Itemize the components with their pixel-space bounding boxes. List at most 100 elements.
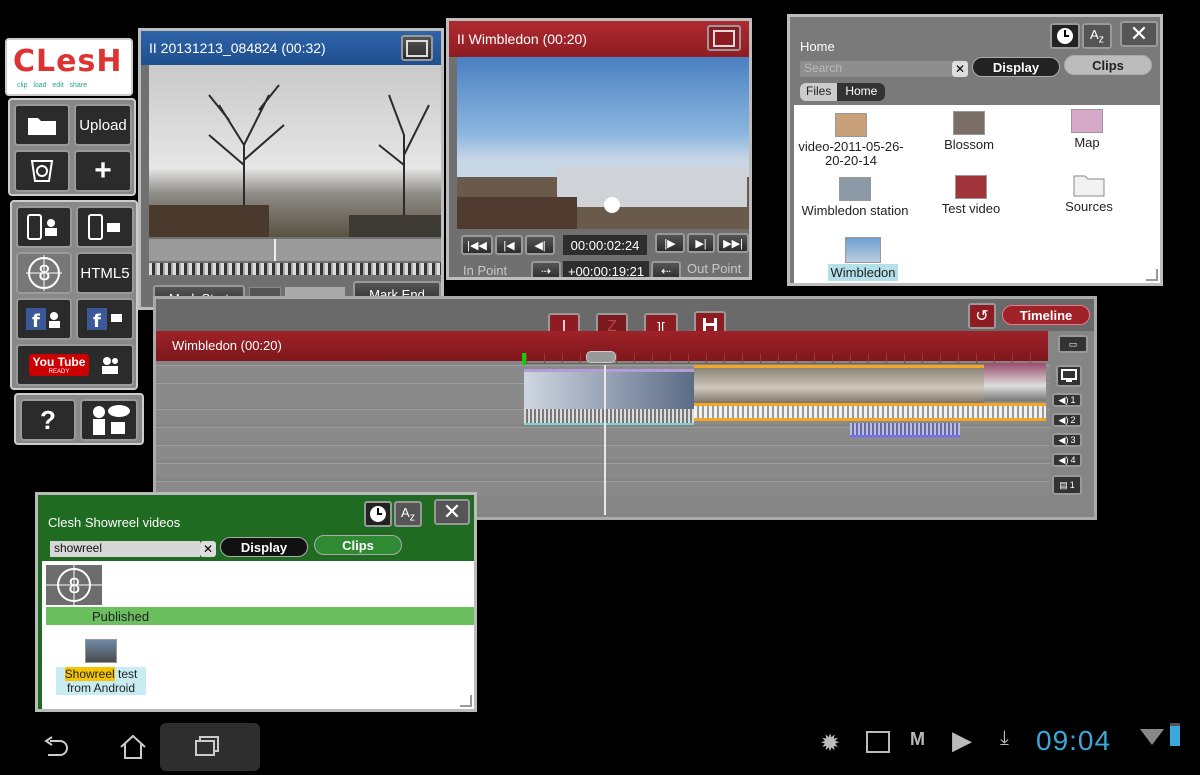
play-notification-icon[interactable]: ▶ — [952, 725, 972, 756]
showreel-video-item[interactable]: Showreel test from Android — [56, 639, 146, 695]
step-forward-button[interactable]: ▶| — [687, 233, 715, 253]
html5-button[interactable]: HTML5 — [76, 252, 134, 294]
countdown-button[interactable]: 8 — [16, 252, 72, 294]
file-thumbnail — [1071, 109, 1103, 133]
go-to-end-button[interactable]: ▶▶| — [717, 233, 749, 253]
record-video-button[interactable] — [16, 206, 72, 248]
step-back-button[interactable]: |◀ — [495, 235, 523, 255]
source-fullscreen-button[interactable] — [401, 35, 433, 61]
file-label: Test video — [941, 201, 1001, 216]
browser-close-button[interactable]: ✕ — [1120, 21, 1158, 47]
ruler-toggle-button[interactable]: ▭ — [1058, 335, 1088, 353]
folder-item[interactable]: Sources — [1034, 173, 1144, 214]
browser-search-clear-button[interactable]: ✕ — [952, 61, 968, 77]
back-button[interactable] — [40, 735, 84, 765]
go-to-start-button[interactable]: |◀◀ — [461, 235, 493, 255]
timeline-panel: I Z ][ ↺ Timeline Wimbledon (00:20) ▭ ◀)… — [153, 296, 1097, 520]
facebook-photo-button[interactable]: f — [76, 298, 134, 340]
undo-button[interactable]: ↺ — [968, 303, 996, 329]
source-video-frame[interactable] — [149, 65, 441, 237]
speaker-icon: ◀) — [1058, 394, 1069, 405]
source-video-image — [149, 84, 441, 237]
audio-track-1-button[interactable]: ◀) 1 — [1052, 393, 1082, 407]
ruler-icon: ▭ — [1068, 338, 1078, 349]
browser-display-button[interactable]: Display — [972, 57, 1060, 77]
clock[interactable]: 09:04 — [1036, 725, 1111, 757]
frame-forward-button[interactable]: |▶ — [655, 233, 685, 253]
showreel-sort-time-button[interactable] — [364, 501, 392, 527]
folder-icon — [1073, 175, 1105, 197]
video-clip[interactable] — [524, 369, 694, 410]
upload-button[interactable]: Upload — [74, 104, 132, 146]
home-button[interactable] — [118, 733, 158, 763]
audio-track-3-button[interactable]: ◀) 3 — [1052, 433, 1082, 447]
tablet-video-icon — [27, 214, 57, 240]
gallery-notification-icon[interactable] — [866, 731, 890, 753]
recycle-button[interactable] — [14, 150, 70, 192]
plus-icon: + — [94, 154, 112, 187]
showreel-search-input[interactable]: showreel — [50, 541, 200, 557]
file-item[interactable]: Blossom — [914, 111, 1024, 152]
file-item[interactable]: Wimbledon station — [800, 177, 910, 218]
logo-panel: CLesH clip load edit share — [5, 38, 133, 96]
showreel-display-button[interactable]: Display — [220, 537, 308, 557]
video-clip[interactable] — [984, 363, 1046, 401]
set-out-button[interactable]: ⇠ — [651, 261, 681, 277]
facebook-video-button[interactable]: f — [16, 298, 72, 340]
source-playhead[interactable] — [274, 239, 276, 261]
in-point-label[interactable]: In Point — [463, 263, 507, 277]
audio-track-2-button[interactable]: ◀) 2 — [1052, 413, 1082, 427]
browser-search-input[interactable]: Search — [800, 61, 952, 77]
recent-apps-button[interactable] — [160, 723, 260, 771]
download-notification-icon[interactable]: ⤓ — [1000, 727, 1009, 750]
browser-clips-button[interactable]: Clips — [1064, 55, 1152, 75]
file-item[interactable]: video-2011-05-26-20-20-14 — [796, 113, 906, 168]
file-item-selected[interactable]: Wimbledon — [808, 237, 918, 281]
open-folder-button[interactable] — [14, 104, 70, 146]
showreel-clips-button[interactable]: Clips — [314, 535, 402, 555]
timeline-mode-button[interactable]: Timeline — [1002, 305, 1090, 325]
sort-by-time-button[interactable] — [1050, 23, 1080, 49]
gmail-notification-icon[interactable]: M — [910, 729, 925, 750]
published-label: Published — [92, 609, 150, 624]
showreel-sort-alpha-button[interactable]: Az — [394, 501, 422, 527]
tablet-camera-icon — [88, 214, 120, 240]
file-item[interactable]: Map — [1032, 109, 1142, 150]
breadcrumb-files[interactable]: Files — [800, 83, 837, 101]
showreel-search-clear-button[interactable]: ✕ — [200, 541, 216, 557]
sort-alpha-button[interactable]: Az — [1082, 23, 1112, 49]
timeline-playhead[interactable] — [604, 365, 606, 515]
published-header: Published — [46, 607, 474, 625]
showreel-close-button[interactable]: ✕ — [434, 499, 470, 525]
resize-grip-icon[interactable] — [1146, 269, 1158, 281]
edit-video-frame[interactable] — [457, 57, 749, 229]
audio-track-4-button[interactable]: ◀) 4 — [1052, 453, 1082, 467]
audio-track-label: 4 — [1070, 455, 1076, 465]
breadcrumb-home[interactable]: Home — [837, 83, 886, 101]
file-label: Wimbledon — [828, 264, 898, 281]
app-logo: CLesH — [13, 44, 123, 79]
audio-clip[interactable] — [694, 403, 1046, 421]
youtube-button[interactable]: You Tube READY — [16, 344, 134, 386]
video-title-highlight: Showreel — [64, 667, 115, 681]
file-item[interactable]: Test video — [916, 175, 1026, 216]
source-scrub-bar[interactable] — [149, 239, 441, 261]
take-photo-button[interactable] — [76, 206, 134, 248]
system-nav-bar: ✹ M ▶ ⤓ 09:04 — [0, 715, 1200, 775]
resize-grip-icon[interactable] — [460, 695, 472, 707]
help-button[interactable]: ? — [20, 399, 76, 441]
svg-text:f: f — [32, 311, 40, 332]
audio-clip[interactable] — [524, 409, 694, 425]
video-clip[interactable] — [694, 365, 984, 408]
edit-fullscreen-button[interactable] — [707, 25, 741, 51]
feedback-button[interactable] — [80, 399, 138, 441]
ruler-handle[interactable] — [586, 351, 616, 363]
set-in-button[interactable]: ⇢ — [531, 261, 561, 277]
video-track-button[interactable] — [1056, 365, 1082, 387]
frame-back-button[interactable]: ◀| — [525, 235, 555, 255]
showreel-countdown-thumbnail[interactable]: 8 — [46, 565, 102, 605]
audio-clip[interactable] — [850, 423, 960, 437]
subtitle-track-button[interactable]: ▤ 1 — [1052, 475, 1082, 495]
add-button[interactable]: + — [74, 150, 132, 192]
out-point-label[interactable]: Out Point — [687, 261, 741, 276]
